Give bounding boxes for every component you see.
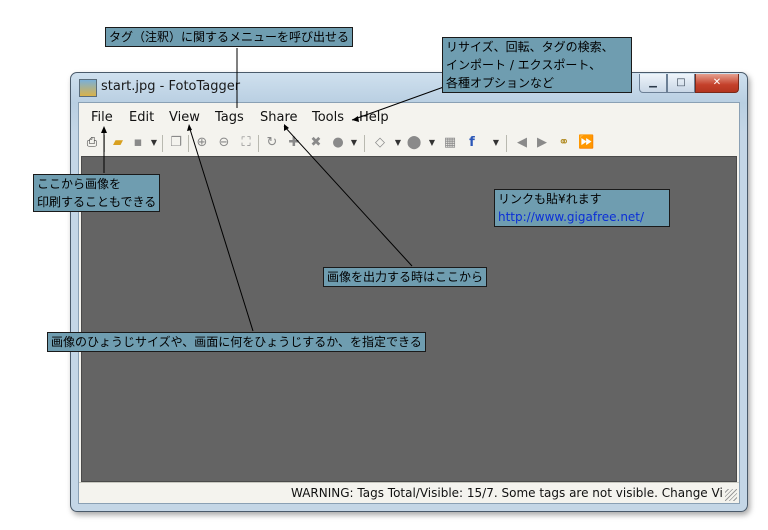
callout-tools: リサイズ、回転、タグの検索、 インポート / エクスポート、 各種オプションなど bbox=[442, 37, 632, 93]
line-view bbox=[188, 125, 254, 332]
callout-print: ここから画像を 印刷することもできる bbox=[33, 174, 161, 212]
callout-tools-line3: 各種オプションなど bbox=[446, 76, 555, 90]
callout-view: 画像のひょうじサイズや、画面に何をひょうじするか、を指定できる bbox=[47, 332, 426, 352]
callout-tools-line2: インポート / エクスポート、 bbox=[446, 58, 602, 72]
callout-tags-text: タグ（注釈）に関するメニューを呼び出せる bbox=[109, 30, 350, 44]
callout-print-line1: ここから画像を bbox=[37, 177, 122, 191]
arrowhead-print bbox=[101, 126, 107, 133]
callout-link: リンクも貼¥れます http://www.gigafree.net/ bbox=[494, 189, 670, 227]
line-tools bbox=[351, 83, 453, 121]
gigafree-link[interactable]: http://www.gigafree.net/ bbox=[498, 208, 666, 226]
callout-print-line2: 印刷することもできる bbox=[37, 195, 157, 209]
callout-share-text: 画像を出力する時はここから bbox=[327, 270, 484, 284]
callout-view-text: 画像のひょうじサイズや、画面に何をひょうじするか、を指定できる bbox=[51, 335, 422, 349]
callout-lines bbox=[101, 48, 453, 332]
line-share bbox=[283, 125, 413, 267]
callout-link-line1: リンクも貼¥れます bbox=[498, 192, 602, 206]
callout-tools-line1: リサイズ、回転、タグの検索、 bbox=[446, 40, 614, 54]
callout-share: 画像を出力する時はここから bbox=[323, 267, 488, 287]
arrowhead-view bbox=[187, 124, 192, 131]
arrowhead-tools bbox=[352, 116, 359, 122]
callout-tags: タグ（注釈）に関するメニューを呼び出せる bbox=[105, 27, 354, 47]
